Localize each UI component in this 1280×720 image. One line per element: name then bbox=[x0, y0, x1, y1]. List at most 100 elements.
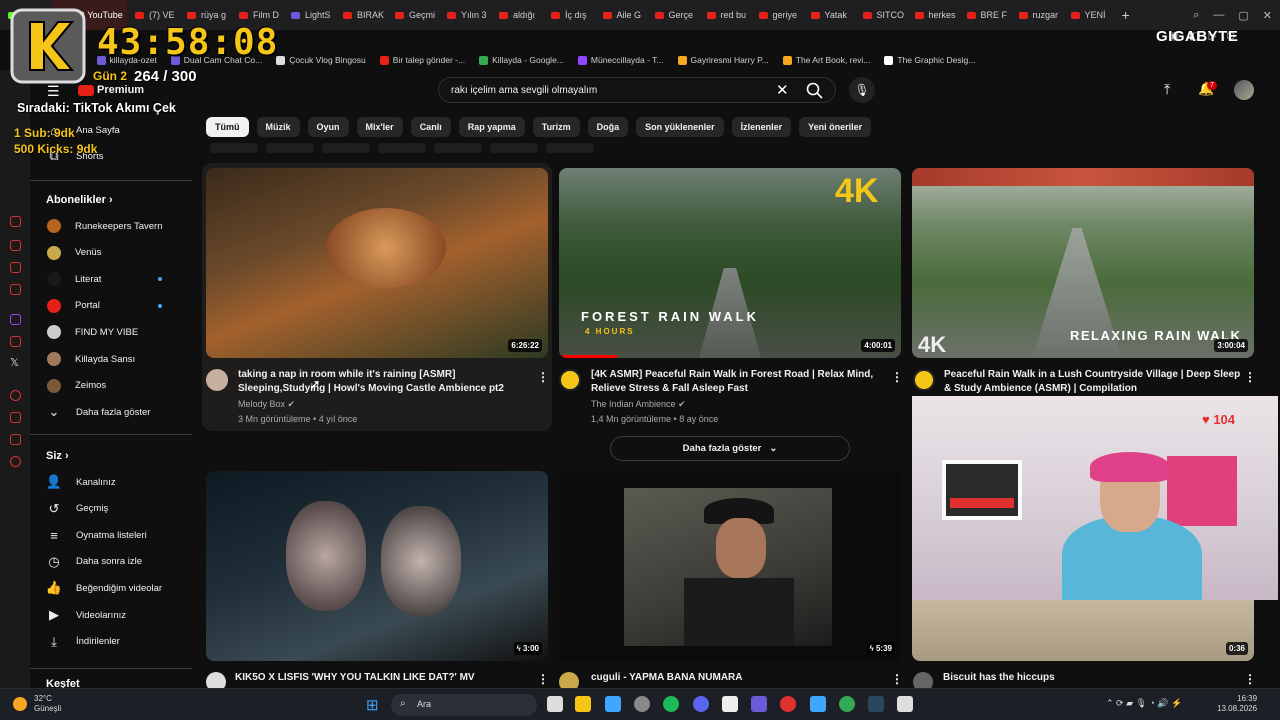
show-more-button[interactable]: ⌄ Daha fazla göster bbox=[46, 400, 151, 424]
subscription-item[interactable]: FIND MY VIBE bbox=[46, 320, 138, 344]
avatar[interactable] bbox=[1234, 80, 1254, 100]
browser-tab[interactable]: Yatak bbox=[803, 0, 855, 30]
more-options-icon[interactable]: ⋮ bbox=[891, 370, 903, 384]
close-icon[interactable]: ✕ bbox=[1263, 9, 1272, 22]
show-more-button[interactable]: Daha fazla göster ⌄ bbox=[610, 436, 850, 461]
notepad-icon[interactable] bbox=[810, 696, 826, 712]
discord-icon[interactable] bbox=[693, 696, 709, 712]
settings-icon[interactable] bbox=[10, 456, 21, 467]
video-title[interactable]: [4K ASMR] Peaceful Rain Walk in Forest R… bbox=[591, 368, 886, 396]
video-title[interactable]: Peaceful Rain Walk in a Lush Countryside… bbox=[944, 368, 1244, 396]
video-title[interactable]: taking a nap in room while it's raining … bbox=[238, 368, 528, 396]
spotify-icon[interactable] bbox=[663, 696, 679, 712]
subscription-item[interactable]: Venüs bbox=[46, 241, 101, 265]
more-options-icon[interactable]: ⋮ bbox=[1244, 672, 1256, 686]
channel-avatar[interactable] bbox=[913, 369, 935, 391]
microphone-icon[interactable]: 🎙 bbox=[849, 77, 875, 103]
browser-tab[interactable]: Gerçe bbox=[647, 0, 699, 30]
new-tab-button[interactable]: + bbox=[1114, 7, 1138, 23]
weather-widget[interactable]: 32°C Güneşli bbox=[34, 694, 61, 714]
sidebar-item-you[interactable]: ≡ Oynatma listeleri bbox=[46, 523, 147, 547]
taskbar-search[interactable]: Ara bbox=[391, 694, 537, 716]
channel-name[interactable]: Melody Box ✔ bbox=[238, 397, 295, 412]
more-options-icon[interactable]: ⋮ bbox=[537, 672, 549, 686]
weather-icon[interactable] bbox=[13, 697, 27, 711]
side-panel-icon[interactable] bbox=[10, 336, 21, 347]
x-icon[interactable]: 𝕏 bbox=[10, 356, 19, 369]
more-options-icon[interactable]: ⋮ bbox=[891, 672, 903, 686]
bookmark-item[interactable]: Gayriresmi Harry P... bbox=[677, 55, 769, 65]
browser-tab[interactable]: aldığı bbox=[491, 0, 543, 30]
filter-chip[interactable]: Canlı bbox=[410, 117, 451, 137]
subscription-item[interactable]: Killayda Sansı bbox=[46, 347, 135, 371]
browser-tab[interactable]: SITCO bbox=[855, 0, 907, 30]
browser-tab[interactable]: Aile G bbox=[595, 0, 647, 30]
subscription-item[interactable]: Runekeepers Tavern bbox=[46, 214, 163, 238]
taskbar-app-icon[interactable] bbox=[897, 696, 913, 712]
bookmark-item[interactable]: Münecсillayda - T... bbox=[577, 55, 664, 65]
browser-tab[interactable]: ruzgar bbox=[1011, 0, 1063, 30]
video-thumbnail[interactable]: ϟ 3:00 bbox=[206, 471, 548, 661]
side-panel-icon[interactable] bbox=[10, 216, 21, 227]
tray-icons[interactable]: ⌃ ⟳ ▰ 🎙 ◔ 🔊 ⚡ bbox=[1106, 698, 1182, 709]
upload-icon[interactable]: ⤒ bbox=[1164, 81, 1170, 98]
bookmark-item[interactable]: Çocuk Vlog Bingosu bbox=[276, 55, 366, 65]
filter-chip[interactable]: Doğa bbox=[587, 117, 629, 137]
menu-icon[interactable]: ☰ bbox=[47, 83, 60, 100]
filter-chip[interactable]: Müzik bbox=[256, 117, 300, 137]
search-icon[interactable] bbox=[804, 80, 826, 100]
browser-tab[interactable]: Yılın 3 bbox=[439, 0, 491, 30]
sidebar-item-you[interactable]: ◷ Daha sonra izle bbox=[46, 550, 142, 574]
minimize-icon[interactable]: — bbox=[1213, 9, 1224, 21]
browser-tab[interactable]: İç dış bbox=[543, 0, 595, 30]
side-panel-icon[interactable] bbox=[10, 412, 21, 423]
taskbar-app-icon[interactable] bbox=[634, 696, 650, 712]
browser-tab[interactable]: red bu bbox=[699, 0, 751, 30]
subscription-item[interactable]: Zeimos bbox=[46, 374, 106, 398]
browser-tab[interactable]: Geçmi bbox=[387, 0, 439, 30]
video-title[interactable]: Biscuit has the hiccups bbox=[943, 671, 1233, 685]
clock[interactable]: 16:39 13.08.2026 bbox=[1217, 694, 1257, 714]
browser-tab[interactable]: BIRAK bbox=[335, 0, 387, 30]
browser-tab[interactable]: LightS bbox=[283, 0, 335, 30]
browser-tab[interactable]: YENİ bbox=[1063, 0, 1114, 30]
filter-chip[interactable]: Mix'ler bbox=[356, 117, 403, 137]
filter-chip[interactable]: Son yüklenenler bbox=[636, 117, 724, 137]
taskbar-app-icon[interactable] bbox=[722, 696, 738, 712]
video-title[interactable]: KIK5O X LISFIS 'WHY YOU TALKIN LIKE DAT?… bbox=[235, 671, 535, 685]
explore-heading[interactable]: Keşfet bbox=[46, 678, 80, 688]
subscription-item[interactable]: Portal bbox=[46, 294, 100, 318]
video-thumbnail[interactable]: FOREST RAIN WALK 4 HOURS 4K 4:00:01 bbox=[559, 168, 901, 358]
browser-tab[interactable]: herkes bbox=[907, 0, 959, 30]
start-icon[interactable]: ⊞ bbox=[366, 696, 379, 714]
filter-chip[interactable]: Oyun bbox=[307, 117, 349, 137]
video-thumbnail[interactable]: RELAXING RAIN WALK 4K 3:00:04 bbox=[912, 168, 1254, 358]
sidebar-item-you[interactable]: ↺ Geçmiş bbox=[46, 497, 109, 521]
sidebar-item-you[interactable]: 👤 Kanalınız bbox=[46, 470, 116, 494]
filter-chip[interactable]: Rap yapma bbox=[458, 117, 525, 137]
opera-icon[interactable] bbox=[780, 696, 796, 712]
sidebar-item-you[interactable]: ⤓ İndirilenler bbox=[46, 630, 120, 654]
filter-chip[interactable]: Tümü bbox=[206, 117, 249, 137]
bookmark-item[interactable]: Bir talep gönder -... bbox=[379, 55, 465, 65]
bookmark-item[interactable]: The Graphic Desig... bbox=[884, 55, 975, 65]
video-thumbnail[interactable]: ϟ 5:39 bbox=[559, 471, 901, 661]
twitch-icon[interactable] bbox=[10, 314, 21, 325]
filter-chip[interactable]: İzlenenler bbox=[731, 117, 792, 137]
browser-tab[interactable]: BRE F bbox=[959, 0, 1011, 30]
file-explorer-icon[interactable] bbox=[575, 696, 591, 712]
side-panel-icon[interactable] bbox=[10, 284, 21, 295]
more-options-icon[interactable]: ⋮ bbox=[1244, 370, 1256, 384]
channel-avatar[interactable] bbox=[559, 369, 581, 391]
video-thumbnail[interactable]: 6:26:22 bbox=[206, 168, 548, 358]
sidebar-item-you[interactable]: ▶ Videolarınız bbox=[46, 603, 126, 627]
browser-tab[interactable]: geriye bbox=[751, 0, 803, 30]
video-thumbnail[interactable]: 0:36 bbox=[912, 600, 1254, 661]
maximize-icon[interactable]: ▢ bbox=[1238, 9, 1248, 22]
steam-icon[interactable] bbox=[868, 696, 884, 712]
you-heading[interactable]: Siz › bbox=[46, 450, 69, 462]
filter-chip[interactable]: Yeni öneriler bbox=[799, 117, 872, 137]
youtube-logo[interactable]: Premium bbox=[78, 84, 144, 96]
bookmark-item[interactable]: Killayda - Google... bbox=[479, 55, 564, 65]
video-title[interactable]: cuguli - YAPMA BANA NUMARA bbox=[591, 671, 881, 685]
